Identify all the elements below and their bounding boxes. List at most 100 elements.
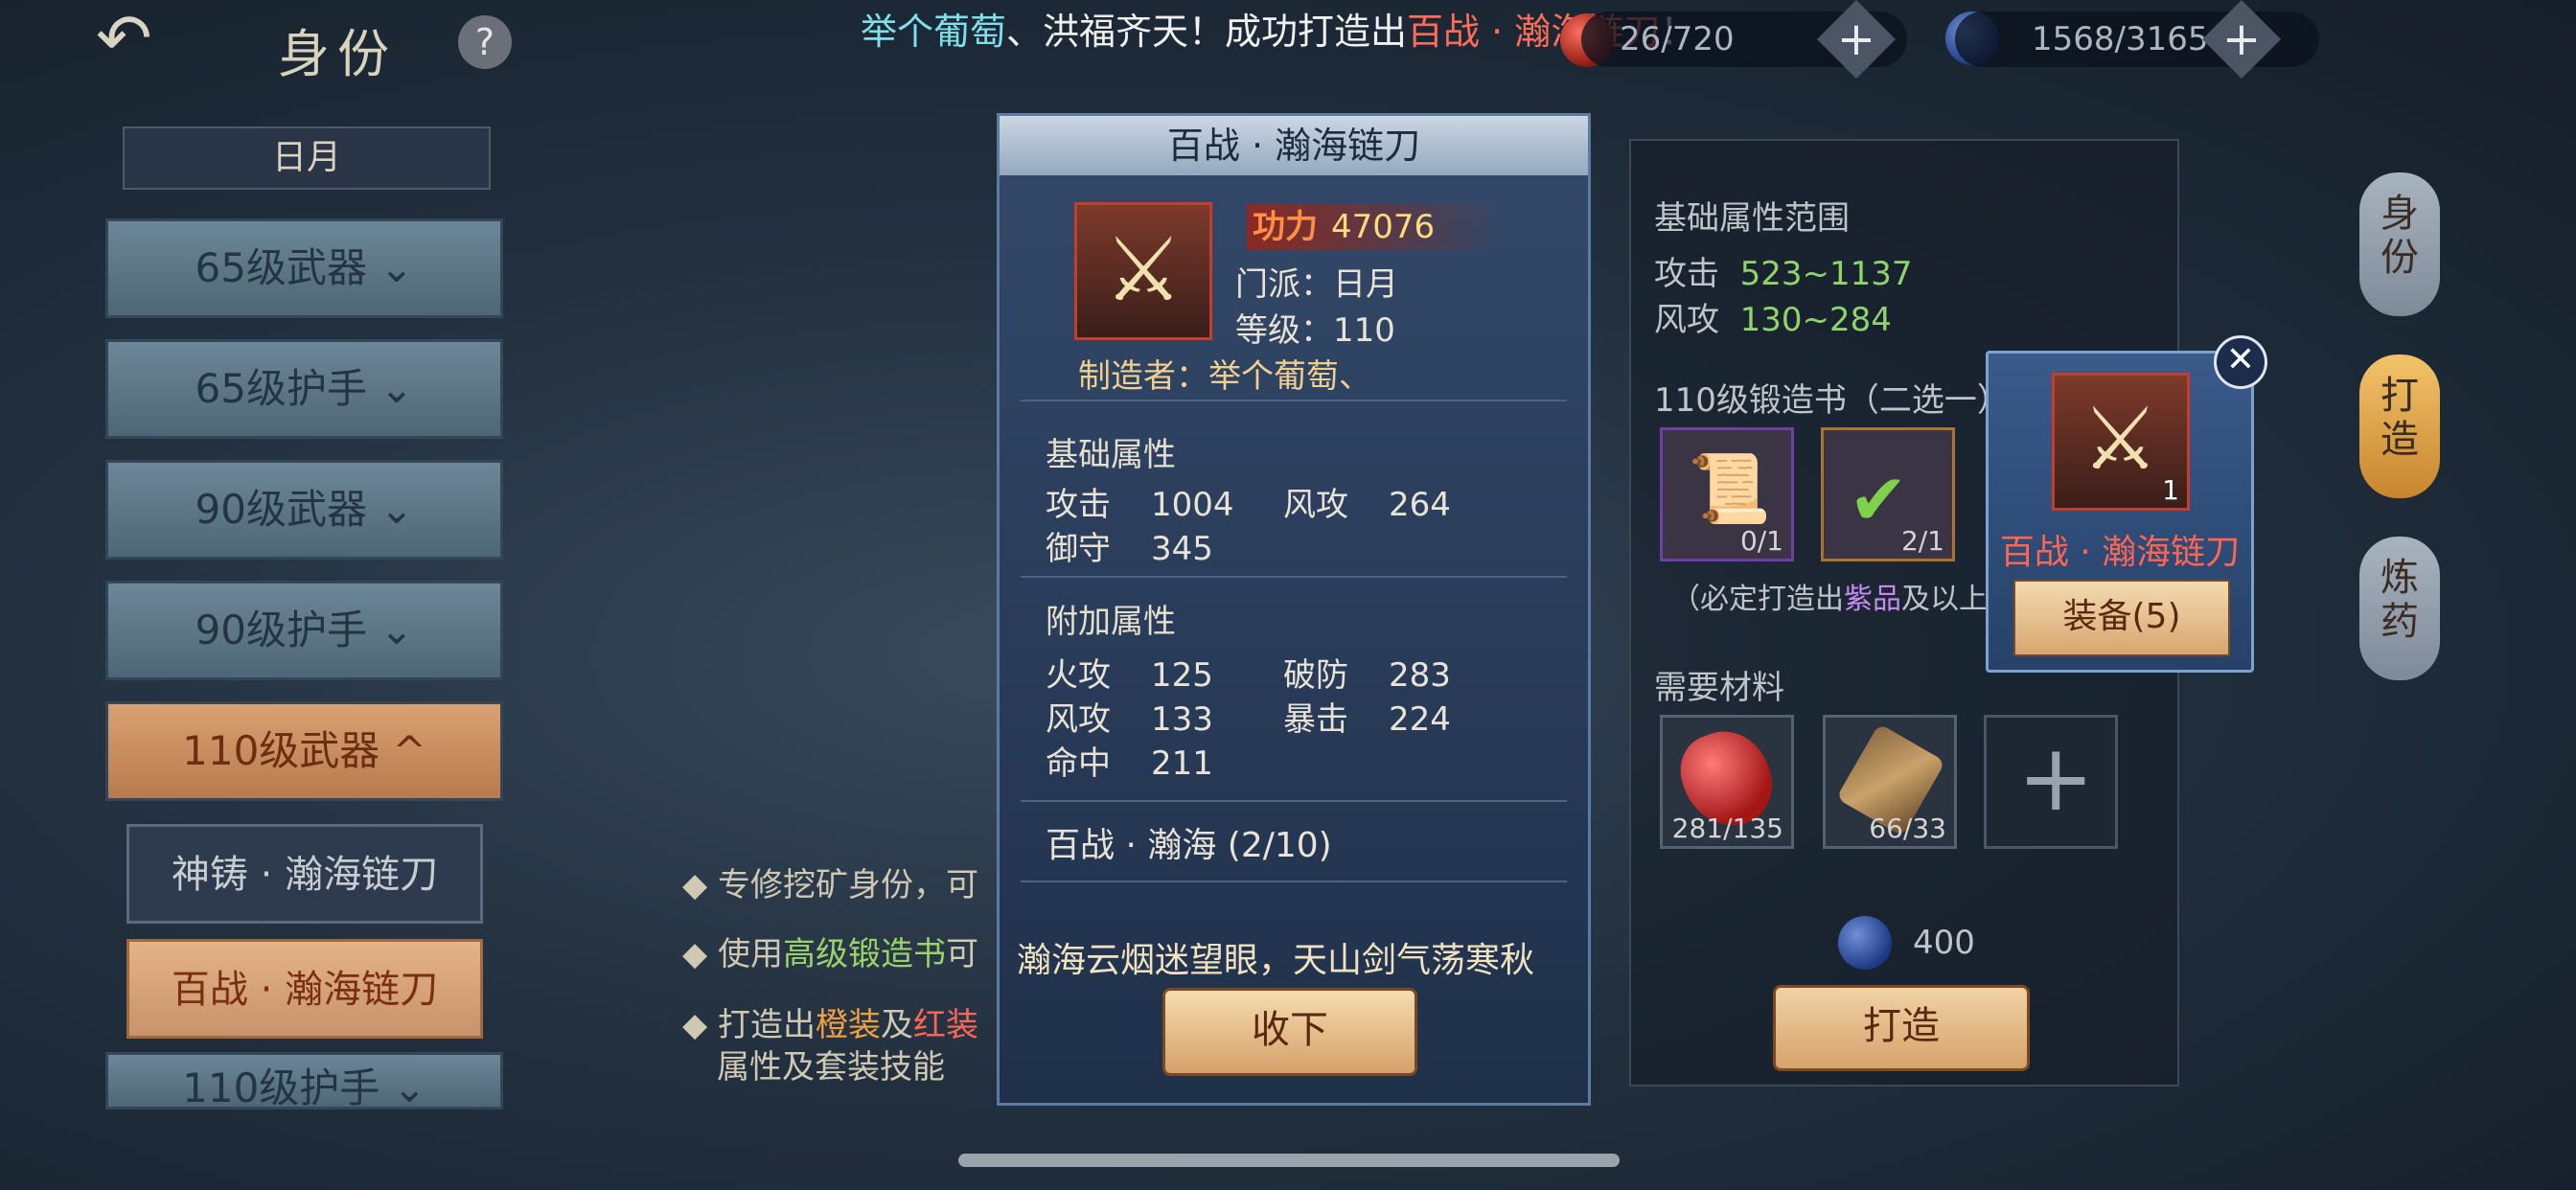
atk-range-row: 攻击 523~1137 bbox=[1654, 247, 1913, 294]
material-ruby[interactable]: 281/135 bbox=[1660, 715, 1794, 849]
stat-defense: 御守 345 bbox=[1046, 522, 1213, 569]
info-bullet-3: ◆ 打造出橙装及红装 bbox=[682, 1006, 978, 1044]
item-school: 门派：日月 bbox=[1235, 265, 1398, 304]
plus-icon: + bbox=[2221, 12, 2262, 67]
stat-wind-value: 264 bbox=[1389, 486, 1451, 524]
tab-forge[interactable]: 打造 bbox=[2359, 355, 2440, 498]
stat-hit-value: 211 bbox=[1151, 744, 1213, 783]
chain-blade-icon: ⚔ 1 bbox=[2052, 373, 2190, 511]
wind-range-label: 风攻 bbox=[1654, 301, 1719, 339]
stat-crit-name: 暴击 bbox=[1283, 700, 1348, 739]
category-65-weapon[interactable]: 65级武器 ⌄ bbox=[105, 218, 503, 318]
help-button[interactable]: ? bbox=[458, 15, 512, 69]
close-popup-button[interactable]: ✕ bbox=[2214, 335, 2267, 389]
stat-wind-name: 风攻 bbox=[1283, 486, 1348, 524]
new-item-popup: ⚔ 1 百战 · 瀚海链刀 装备(5) bbox=[1986, 351, 2254, 673]
stat-hit-name: 命中 bbox=[1046, 744, 1111, 783]
forge-cost: 400 bbox=[1913, 924, 1975, 962]
forge-note-c: 及以上 bbox=[1901, 583, 1988, 616]
stat-pierce-name: 破防 bbox=[1283, 656, 1348, 695]
add-resource-1-button[interactable]: + bbox=[1816, 0, 1897, 80]
forge-book-1-count: 0/1 bbox=[1739, 525, 1783, 557]
back-arrow-icon: ↶ bbox=[96, 0, 152, 78]
stat-wind-extra: 风攻 133 bbox=[1046, 693, 1213, 740]
info-bullet-2-b: 高级锻造书 bbox=[782, 935, 946, 973]
forge-note: （必定打造出紫品及以上 bbox=[1671, 575, 1988, 617]
attr-range-title: 基础属性范围 bbox=[1654, 199, 1850, 238]
stat-fire: 火攻 125 bbox=[1046, 649, 1213, 696]
stat-wind-extra-name: 风攻 bbox=[1046, 700, 1111, 739]
divider bbox=[1021, 881, 1567, 882]
dialog-title: 百战 · 瀚海链刀 bbox=[1000, 116, 1588, 175]
add-material-slot[interactable]: + bbox=[1984, 715, 2118, 849]
announce-text: 、洪福齐天！成功打造出 bbox=[1006, 11, 1408, 53]
info-bullet-3-b: 橙装 bbox=[815, 1006, 881, 1044]
equip-button[interactable]: 装备(5) bbox=[2013, 580, 2230, 656]
category-110-weapon[interactable]: 110级武器 ^ bbox=[105, 701, 503, 801]
atk-range-value: 523~1137 bbox=[1739, 255, 1913, 293]
item-level: 等级：110 bbox=[1235, 311, 1395, 350]
stat-wind: 风攻 264 bbox=[1283, 478, 1451, 525]
tab-alchemy[interactable]: 炼药 bbox=[2359, 537, 2440, 680]
close-icon: ✕ bbox=[2225, 340, 2256, 379]
forge-book-2-count: 2/1 bbox=[1900, 525, 1944, 557]
home-indicator[interactable] bbox=[958, 1154, 1620, 1167]
accept-button[interactable]: 收下 bbox=[1162, 988, 1417, 1076]
material-ruby-count: 281/135 bbox=[1671, 812, 1783, 844]
scroll-icon: 📜 bbox=[1688, 449, 1772, 528]
divider bbox=[1021, 576, 1567, 578]
tab-identity-label: 身份 bbox=[2380, 192, 2419, 280]
material-wood-count: 66/33 bbox=[1869, 812, 1946, 844]
forge-book-2[interactable]: ✔ 2/1 bbox=[1821, 427, 1955, 561]
plus-icon: + bbox=[1836, 12, 1876, 67]
stat-fire-name: 火攻 bbox=[1046, 656, 1111, 695]
item-maker: 制造者：举个葡萄、 bbox=[1078, 357, 1371, 396]
material-wood[interactable]: 66/33 bbox=[1823, 715, 1957, 849]
plus-icon: + bbox=[2017, 724, 2095, 832]
info-bullet-2-c: 可 bbox=[945, 935, 978, 973]
blade-icon: ⚔ bbox=[2082, 389, 2159, 490]
tab-alchemy-label: 炼药 bbox=[2380, 556, 2419, 644]
info-bullet-3-line2: 属性及套装技能 bbox=[717, 1048, 945, 1087]
tab-identity[interactable]: 身份 bbox=[2359, 172, 2440, 316]
sapphire-currency-icon bbox=[1838, 916, 1892, 970]
set-name: 百战 · 瀚海 (2/10) bbox=[1046, 826, 1332, 865]
materials-title: 需要材料 bbox=[1654, 669, 1784, 707]
category-110-gauntlet[interactable]: 110级护手 ⌄ bbox=[105, 1052, 503, 1110]
stat-defense-name: 御守 bbox=[1046, 530, 1111, 568]
category-65-gauntlet[interactable]: 65级护手 ⌄ bbox=[105, 339, 503, 439]
stat-hit: 命中 211 bbox=[1046, 737, 1213, 784]
info-bullet-2-a: 使用 bbox=[717, 935, 783, 973]
forge-book-title: 110级锻造书（二选一） bbox=[1654, 381, 2010, 420]
forge-note-b: 紫品 bbox=[1844, 583, 1901, 616]
recipe-shenzhu-chain-blade[interactable]: 神铸 · 瀚海链刀 bbox=[126, 824, 483, 924]
wind-range-value: 130~284 bbox=[1739, 301, 1892, 339]
atk-range-label: 攻击 bbox=[1654, 255, 1719, 293]
divider bbox=[1021, 800, 1567, 802]
stat-crit: 暴击 224 bbox=[1283, 693, 1451, 740]
item-result-dialog: 百战 · 瀚海链刀 ⚔ 功力 47076 门派：日月 等级：110 制造者：举个葡… bbox=[997, 113, 1591, 1106]
stat-wind-extra-value: 133 bbox=[1151, 700, 1213, 739]
power-value: 47076 bbox=[1331, 208, 1436, 246]
blade-icon: ⚔ bbox=[1104, 218, 1184, 321]
add-resource-2-button[interactable]: + bbox=[2201, 0, 2282, 80]
stat-atk-value: 1004 bbox=[1151, 486, 1234, 524]
info-bullet-3-d: 红装 bbox=[912, 1006, 978, 1044]
tab-forge-label: 打造 bbox=[2380, 374, 2419, 462]
stat-atk: 攻击 1004 bbox=[1046, 478, 1234, 525]
stat-fire-value: 125 bbox=[1151, 656, 1213, 695]
extra-attr-title: 附加属性 bbox=[1046, 603, 1176, 641]
category-90-weapon[interactable]: 90级武器 ⌄ bbox=[105, 460, 503, 560]
popup-item-name: 百战 · 瀚海链刀 bbox=[1999, 533, 2241, 572]
stat-pierce-value: 283 bbox=[1389, 656, 1451, 695]
school-filter[interactable]: 日月 bbox=[123, 126, 491, 190]
recipe-baizhan-chain-blade[interactable]: 百战 · 瀚海链刀 bbox=[126, 939, 483, 1039]
forge-book-1[interactable]: 📜 0/1 bbox=[1660, 427, 1794, 561]
info-bullet-1-text: 专修挖矿身份，可 bbox=[717, 866, 978, 904]
back-button[interactable]: ↶ bbox=[96, 5, 192, 77]
forge-button[interactable]: 打造 bbox=[1773, 985, 2030, 1071]
stat-crit-value: 224 bbox=[1389, 700, 1451, 739]
stat-atk-name: 攻击 bbox=[1046, 486, 1111, 524]
category-90-gauntlet[interactable]: 90级护手 ⌄ bbox=[105, 581, 503, 680]
wind-range-row: 风攻 130~284 bbox=[1654, 293, 1892, 340]
